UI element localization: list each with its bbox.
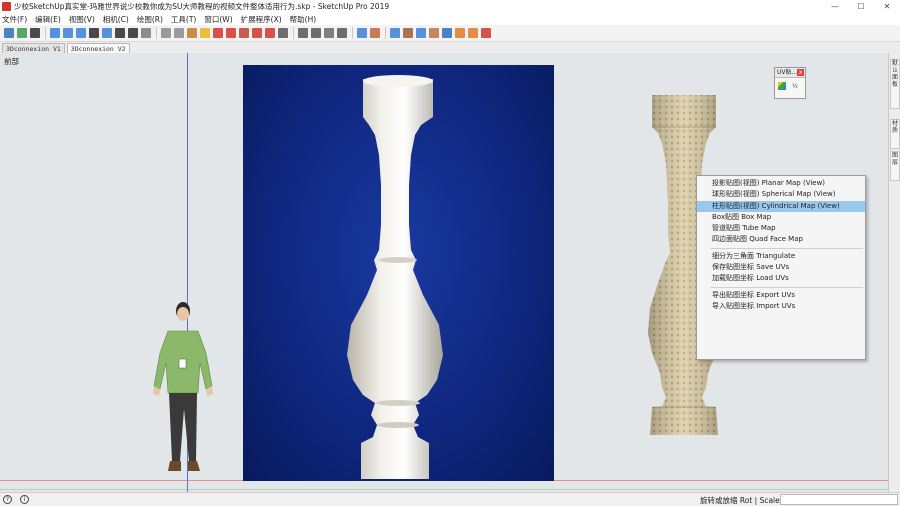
toolbar-tool-icon[interactable] — [442, 28, 452, 38]
window-controls: — ☐ ✕ — [822, 0, 900, 13]
toolbar-tool-icon[interactable] — [298, 28, 308, 38]
menu-edit[interactable]: 编辑(E) — [35, 14, 61, 25]
measurements-box[interactable] — [780, 494, 898, 505]
toolbar-tool-icon[interactable] — [17, 28, 27, 38]
toolbar-tool-icon[interactable] — [102, 28, 112, 38]
green-axis — [0, 489, 888, 490]
toolbar-tool-icon[interactable] — [226, 28, 236, 38]
menu-file[interactable]: 文件(F) — [2, 14, 27, 25]
toolbar-tool-icon[interactable] — [252, 28, 262, 38]
scene-tab-1[interactable]: 3Dconnexion V1 — [2, 43, 65, 53]
menu-draw[interactable]: 绘图(R) — [137, 14, 163, 25]
toolbar-tool-icon[interactable] — [187, 28, 197, 38]
context-menu-item[interactable]: 加载贴图坐标 Load UVs — [697, 273, 865, 284]
menu-tools[interactable]: 工具(T) — [171, 14, 196, 25]
toolbar-tool-icon[interactable] — [403, 28, 413, 38]
uv-context-menu: 投影贴图(视图) Planar Map (View) 球形贴图(视图) Spher… — [696, 175, 866, 360]
context-menu-item[interactable]: 导出贴图坐标 Export UVs — [697, 290, 865, 301]
baluster-reference-photo[interactable] — [243, 65, 554, 481]
uv-tool-button[interactable]: ½ — [792, 83, 798, 90]
person-figure-image — [153, 302, 213, 471]
toolbar-tool-icon[interactable] — [311, 28, 321, 38]
toolbar-tool-icon[interactable] — [161, 28, 171, 38]
menu-camera[interactable]: 相机(C) — [103, 14, 129, 25]
maximize-button[interactable]: ☐ — [848, 0, 874, 13]
title-bar: 少校SketchUp真实堂-玛雅世界说少校教你成为SU大师教程的视频文件整体适用… — [0, 0, 900, 13]
toolbar-tool-icon[interactable] — [324, 28, 334, 38]
menu-window[interactable]: 窗口(W) — [204, 14, 232, 25]
toolbar-tool-icon[interactable] — [429, 28, 439, 38]
toolbar-tool-icon[interactable] — [141, 28, 151, 38]
toolbar-tool-icon[interactable] — [481, 28, 491, 38]
view-label: 前部 — [4, 57, 19, 66]
close-button[interactable]: ✕ — [874, 0, 900, 13]
toolbar-separator — [293, 27, 294, 39]
toolbar-tool-icon[interactable] — [213, 28, 223, 38]
toolbar-tool-icon[interactable] — [416, 28, 426, 38]
menu-separator — [710, 286, 863, 288]
toolbar-tool-icon[interactable] — [4, 28, 14, 38]
uv-tools-panel: UV贴... x ½ — [774, 67, 806, 99]
toolbar-tool-icon[interactable] — [50, 28, 60, 38]
toolbar-tool-icon[interactable] — [128, 28, 138, 38]
menu-view[interactable]: 视图(V) — [69, 14, 95, 25]
window-title: 少校SketchUp真实堂-玛雅世界说少校教你成为SU大师教程的视频文件整体适用… — [14, 2, 390, 11]
toolbar-tool-icon[interactable] — [357, 28, 367, 38]
menu-separator — [710, 247, 863, 249]
toolbar-tool-icon[interactable] — [455, 28, 465, 38]
context-menu-item[interactable]: 管道贴图 Tube Map — [697, 223, 865, 234]
toolbar-tool-icon[interactable] — [390, 28, 400, 38]
toolbar-tool-icon[interactable] — [239, 28, 249, 38]
toolbar-tool-icon[interactable] — [468, 28, 478, 38]
drawing-viewport[interactable]: 前部 UV贴... x ½ 投影贴图(视图) Planar Map (View)… — [0, 53, 888, 492]
context-menu-item[interactable]: 保存贴图坐标 Save UVs — [697, 262, 865, 273]
context-menu-item[interactable]: Box贴图 Box Map — [697, 212, 865, 223]
uv-panel-close-icon[interactable]: x — [797, 69, 804, 76]
toolbar-tool-icon[interactable] — [174, 28, 184, 38]
minimize-button[interactable]: — — [822, 0, 848, 13]
context-menu-item[interactable]: 细分为三角面 Triangulate — [697, 251, 865, 262]
tray-tab-default[interactable]: 默认面板 — [890, 59, 900, 109]
menu-extensions[interactable]: 扩展程序(X) — [241, 14, 282, 25]
baluster-photo-image — [347, 75, 443, 479]
scene-tabs: 3Dconnexion V1 3Dconnexion V2 — [0, 42, 900, 53]
toolbar-separator — [45, 27, 46, 39]
toolbar-tool-icon[interactable] — [278, 28, 288, 38]
status-text: 旋转或放缩 Rot | Scale — [700, 496, 780, 505]
context-menu-item[interactable]: 导入贴图坐标 Import UVs — [697, 301, 865, 312]
scale-figure[interactable] — [150, 301, 220, 491]
status-bar: ? i 旋转或放缩 Rot | Scale — [0, 492, 900, 506]
toolbar-tool-icon[interactable] — [89, 28, 99, 38]
toolbar-tool-icon[interactable] — [265, 28, 275, 38]
toolbar-tool-icon[interactable] — [63, 28, 73, 38]
info-icon[interactable]: i — [20, 495, 29, 504]
sketchup-logo-icon — [2, 2, 11, 11]
uv-map-icon[interactable] — [778, 82, 786, 90]
context-menu-item[interactable]: 四边面贴图 Quad Face Map — [697, 234, 865, 245]
main-toolbar — [0, 25, 900, 42]
context-menu-item[interactable]: 投影贴图(视图) Planar Map (View) — [697, 178, 865, 189]
tray-tab-materials[interactable]: 材质 — [890, 119, 900, 149]
toolbar-tool-icon[interactable] — [337, 28, 347, 38]
toolbar-tool-icon[interactable] — [76, 28, 86, 38]
toolbar-tool-icon[interactable] — [115, 28, 125, 38]
context-menu-item[interactable]: 柱形贴图(视图) Cylindrical Map (View) — [697, 200, 865, 212]
toolbar-tool-icon[interactable] — [30, 28, 40, 38]
toolbar-separator — [352, 27, 353, 39]
toolbar-tool-icon[interactable] — [200, 28, 210, 38]
toolbar-separator — [156, 27, 157, 39]
right-dock-strip: 默认面板 材质 图层 — [888, 53, 900, 492]
sketchup-window: 少校SketchUp真实堂-玛雅世界说少校教你成为SU大师教程的视频文件整体适用… — [0, 0, 900, 506]
tray-tab-layers[interactable]: 图层 — [890, 151, 900, 181]
toolbar-tool-icon[interactable] — [370, 28, 380, 38]
menu-bar: 文件(F) 编辑(E) 视图(V) 相机(C) 绘图(R) 工具(T) 窗口(W… — [0, 13, 900, 25]
menu-help[interactable]: 帮助(H) — [290, 14, 317, 25]
context-menu-item[interactable]: 球形贴图(视图) Spherical Map (View) — [697, 189, 865, 200]
scene-tab-2[interactable]: 3Dconnexion V2 — [66, 43, 130, 53]
toolbar-separator — [385, 27, 386, 39]
help-icon[interactable]: ? — [3, 495, 12, 504]
